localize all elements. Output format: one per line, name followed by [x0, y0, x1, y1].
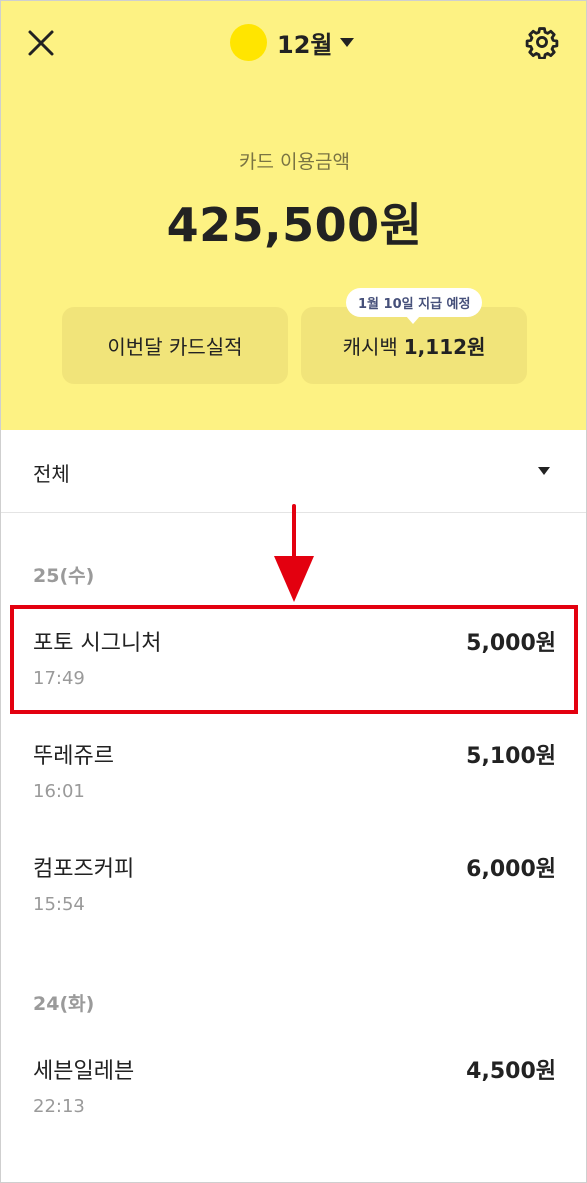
filter-label: 전체: [33, 462, 70, 486]
transaction-amount: 5,100원: [466, 744, 556, 769]
transaction-merchant: 뚜레쥬르: [33, 744, 114, 769]
highlight-annotation: [10, 605, 578, 714]
card-performance-label: 이번달 카드실적: [107, 335, 243, 359]
transaction-row[interactable]: 세븐일레븐 22:13 4,500원: [1, 1041, 586, 1141]
tooltip-tail: [406, 316, 420, 324]
caret-down-icon: [340, 37, 355, 47]
arrow-down-icon: [274, 504, 314, 602]
usage-label: 카드 이용금액: [239, 151, 350, 173]
filter-dropdown[interactable]: 전체: [1, 430, 586, 513]
gear-icon: [525, 27, 559, 59]
caret-down-icon: [538, 467, 550, 475]
transaction-amount: 6,000원: [466, 857, 556, 882]
transaction-time: 16:01: [33, 781, 85, 802]
transaction-time: 15:54: [33, 894, 85, 915]
month-selector[interactable]: 12월: [230, 21, 355, 63]
close-button[interactable]: [23, 25, 59, 61]
transaction-row[interactable]: 컴포즈커피 15:54 6,000원: [1, 839, 586, 939]
usage-amount: 425,500원: [166, 198, 423, 252]
transaction-row[interactable]: 뚜레쥬르 16:01 5,100원: [1, 726, 586, 826]
transaction-merchant: 세븐일레븐: [33, 1059, 135, 1084]
close-icon: [28, 30, 54, 56]
cashback-label: 캐시백: [342, 335, 398, 359]
settings-button[interactable]: [523, 23, 561, 61]
date-header: 24(화): [33, 993, 95, 1015]
cashback-amount: 1,112원: [403, 335, 486, 359]
card-performance-button[interactable]: 이번달 카드실적: [62, 307, 288, 384]
month-dot-icon: [230, 23, 267, 61]
date-header: 25(수): [33, 565, 95, 587]
cashback-tooltip: 1월 10일 지급 예정: [346, 288, 483, 317]
summary-header: 12월 카드 이용금액 425,500원 이번달 카드실적 캐시백 1,112원…: [1, 1, 586, 430]
app-screen: 12월 카드 이용금액 425,500원 이번달 카드실적 캐시백 1,112원…: [0, 0, 587, 1183]
month-label: 12월: [277, 30, 333, 59]
transaction-time: 22:13: [33, 1096, 85, 1117]
transaction-merchant: 컴포즈커피: [33, 857, 135, 882]
transaction-amount: 4,500원: [466, 1059, 556, 1084]
